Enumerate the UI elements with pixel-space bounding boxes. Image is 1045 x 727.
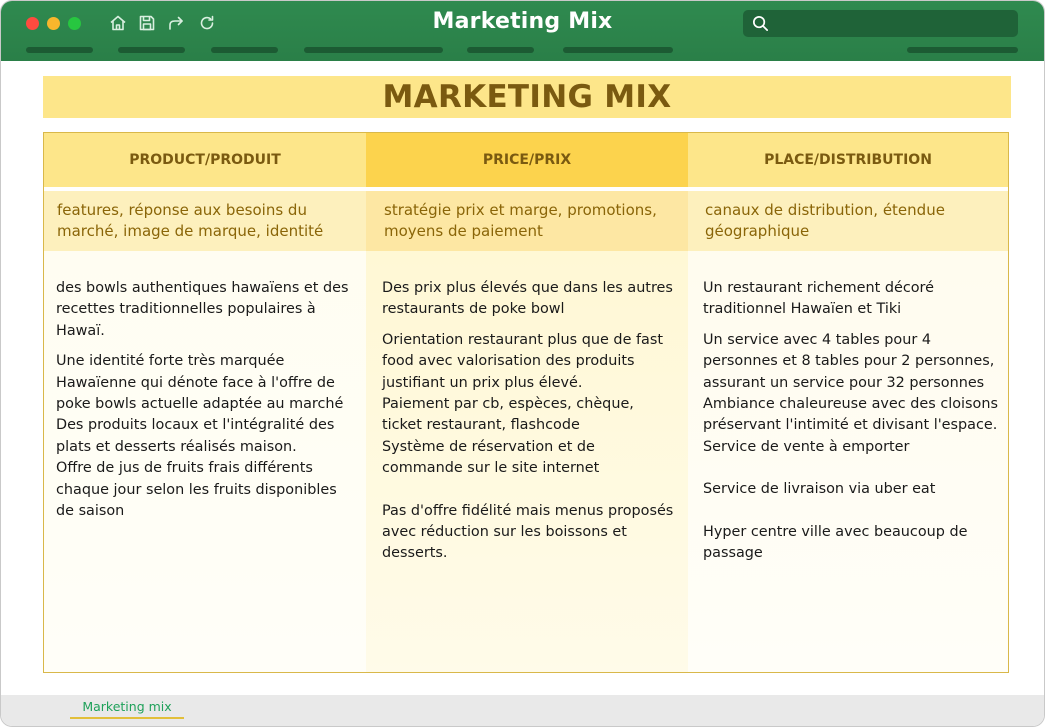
body-paragraph: Pas d'offre fidélité mais menus proposés… — [382, 502, 674, 562]
search-icon — [752, 15, 769, 32]
column-subtitle: canaux de distribution, étendue géograph… — [688, 191, 1008, 251]
body-paragraph: Des prix plus élevés que dans les autres… — [382, 280, 673, 318]
column-body[interactable]: des bowls authentiques hawaïens et des r… — [44, 251, 366, 522]
body-paragraph: Une identité forte très marquée Hawaïenn… — [56, 353, 344, 520]
title-banner: MARKETING MIX — [43, 76, 1011, 118]
body-paragraph: Un restaurant richement décoré tradition… — [703, 280, 935, 318]
search-box[interactable] — [743, 10, 1018, 37]
column-product: PRODUCT/PRODUIT features, réponse aux be… — [44, 133, 366, 672]
column-header: PLACE/DISTRIBUTION — [688, 133, 1008, 187]
column-body[interactable]: Des prix plus élevés que dans les autres… — [366, 251, 688, 565]
ribbon-tab-3[interactable] — [211, 47, 278, 53]
body-paragraph: Un service avec 4 tables pour 4 personne… — [703, 331, 998, 455]
column-header: PRICE/PRIX — [366, 133, 688, 187]
ribbon-tab-2[interactable] — [118, 47, 185, 53]
column-subtitle: features, réponse aux besoins du marché,… — [44, 191, 366, 251]
body-paragraph: Hyper centre ville avec beaucoup de pass… — [703, 523, 968, 562]
title-bar: Marketing Mix — [1, 1, 1044, 61]
ribbon-tab-7[interactable] — [907, 47, 1018, 53]
column-subtitle: stratégie prix et marge, promotions, moy… — [366, 191, 688, 251]
ribbon-tab-6[interactable] — [563, 47, 673, 53]
column-body[interactable]: Un restaurant richement décoré tradition… — [688, 251, 1008, 564]
app-window: Marketing Mix MARKETING MIX PRODUCT/PROD… — [0, 0, 1045, 727]
body-paragraph: Service de livraison via uber eat — [703, 481, 936, 498]
document-canvas: MARKETING MIX PRODUCT/PRODUIT features, … — [1, 61, 1044, 695]
document-title: MARKETING MIX — [382, 79, 672, 115]
ribbon-tab-1[interactable] — [26, 47, 93, 53]
ribbon-tab-5[interactable] — [467, 47, 534, 53]
search-input[interactable] — [777, 13, 1011, 35]
column-price: PRICE/PRIX stratégie prix et marge, prom… — [366, 133, 688, 672]
marketing-mix-table: PRODUCT/PRODUIT features, réponse aux be… — [43, 132, 1009, 673]
column-header: PRODUCT/PRODUIT — [44, 133, 366, 187]
body-paragraph: des bowls authentiques hawaïens et des r… — [56, 280, 349, 339]
sheet-tab-marketing-mix[interactable]: Marketing mix — [70, 699, 184, 719]
sheet-bar: Marketing mix — [1, 695, 1044, 726]
body-paragraph: Orientation restaurant plus que de fast … — [382, 331, 664, 477]
ribbon-tab-4[interactable] — [304, 47, 443, 53]
column-place: PLACE/DISTRIBUTION canaux de distributio… — [688, 133, 1008, 672]
